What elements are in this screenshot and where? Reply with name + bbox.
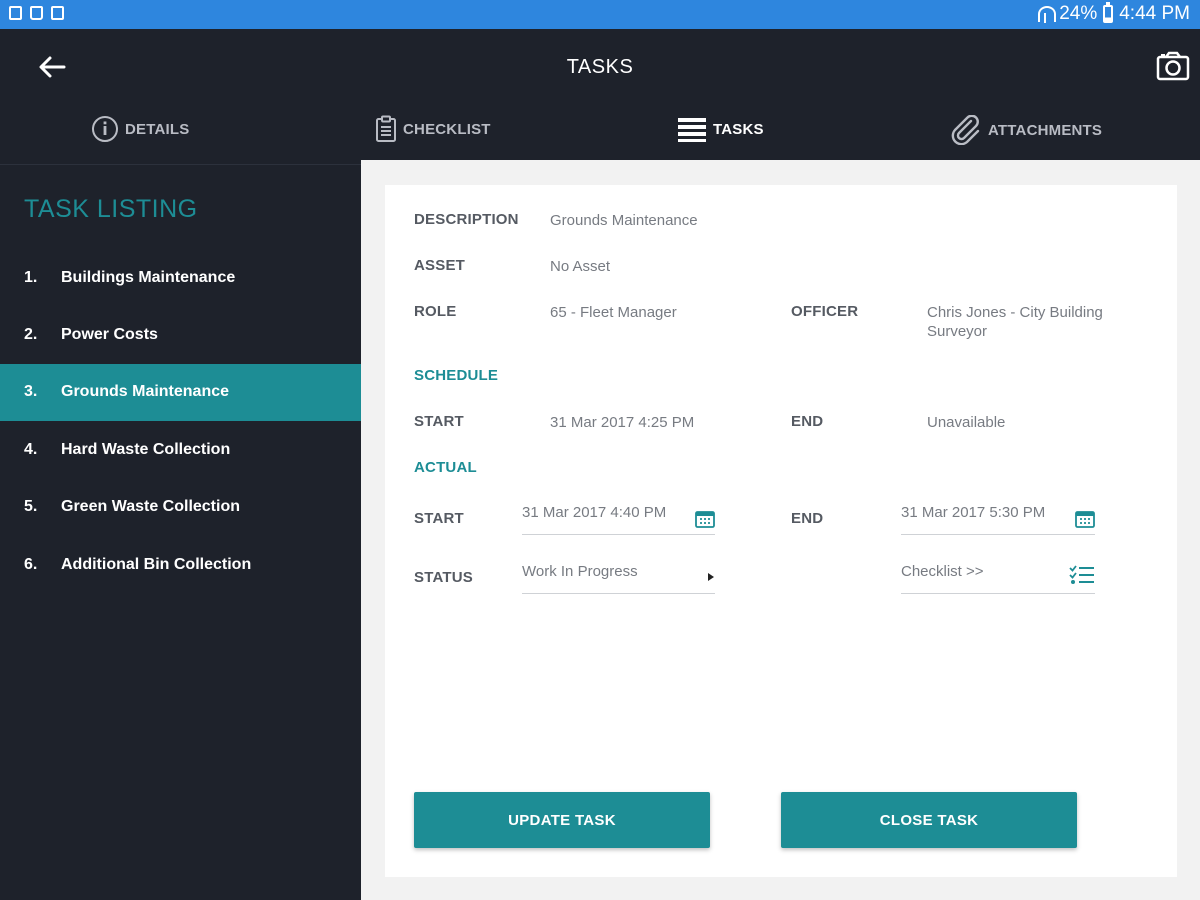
task-number: 4. <box>24 440 38 458</box>
checklist-icon <box>1069 565 1094 584</box>
actual-start-value: 31 Mar 2017 4:40 PM <box>522 504 667 521</box>
task-detail-panel: DESCRIPTION Grounds Maintenance ASSET No… <box>361 160 1200 900</box>
clock: 4:44 PM <box>1119 3 1190 24</box>
gallery-icon <box>51 6 64 20</box>
tab-checklist-label: CHECKLIST <box>403 120 491 138</box>
notification-icons <box>9 6 64 20</box>
info-icon <box>92 116 118 142</box>
asset-value: No Asset <box>550 258 611 275</box>
task-label: Buildings Maintenance <box>61 268 236 286</box>
task-number: 2. <box>24 326 38 344</box>
description-value: Grounds Maintenance <box>550 212 698 229</box>
tab-attachments-label: ATTACHMENTS <box>988 121 1103 139</box>
tab-details[interactable]: DETAILS <box>91 115 189 143</box>
update-task-button[interactable]: UPDATE TASK <box>414 792 710 848</box>
clipboard-icon <box>376 115 396 142</box>
task-label: Green Waste Collection <box>61 498 240 516</box>
camera-icon <box>1156 51 1190 81</box>
tab-checklist[interactable]: CHECKLIST <box>375 115 491 143</box>
task-label: Hard Waste Collection <box>61 440 231 458</box>
task-item-additional-bin-collection[interactable]: 6. Additional Bin Collection <box>0 536 361 593</box>
task-listing-sidebar: TASK LISTING 1. Buildings Maintenance 2.… <box>0 165 361 900</box>
role-value: 65 - Fleet Manager <box>550 304 677 321</box>
status-bar: 24% 4:44 PM <box>0 0 1200 29</box>
actual-start-label: START <box>414 510 464 527</box>
schedule-start-value: 31 Mar 2017 4:25 PM <box>550 414 695 431</box>
notification-icon <box>9 6 22 20</box>
page-title: TASKS <box>566 56 634 78</box>
sidebar-title: TASK LISTING <box>24 195 198 223</box>
schedule-heading: SCHEDULE <box>414 367 499 384</box>
actual-heading: ACTUAL <box>414 459 477 476</box>
tab-attachments[interactable]: ATTACHMENTS <box>950 115 1102 145</box>
task-number: 1. <box>24 268 38 286</box>
task-number: 5. <box>24 498 38 516</box>
task-number: 3. <box>24 383 38 401</box>
task-item-grounds-maintenance[interactable]: 3. Grounds Maintenance <box>0 363 361 422</box>
task-detail-card: DESCRIPTION Grounds Maintenance ASSET No… <box>385 185 1177 877</box>
app-bar: TASKS DETAILS CHECKLIST TASKS ATTACHMENT… <box>0 29 1200 160</box>
task-label: Power Costs <box>61 326 158 344</box>
actual-end-label: END <box>791 510 824 527</box>
task-item-buildings-maintenance[interactable]: 1. Buildings Maintenance <box>0 249 361 306</box>
system-status: 24% 4:44 PM <box>1037 2 1190 25</box>
task-label: Additional Bin Collection <box>61 555 252 573</box>
wifi-icon <box>1037 5 1057 23</box>
tab-details-label: DETAILS <box>125 120 190 138</box>
bag-icon <box>30 6 43 20</box>
paperclip-icon <box>951 115 980 145</box>
officer-value: Chris Jones - City Building Surveyor <box>927 304 1103 340</box>
close-task-button[interactable]: CLOSE TASK <box>781 792 1077 848</box>
calendar-icon <box>1075 511 1095 528</box>
task-label: Grounds Maintenance <box>61 383 230 401</box>
checklist-link[interactable]: Checklist >> <box>901 563 1095 594</box>
role-label: ROLE <box>414 303 457 320</box>
actual-start-picker[interactable]: 31 Mar 2017 4:40 PM <box>522 504 715 535</box>
status-label: STATUS <box>414 569 473 586</box>
actual-end-value: 31 Mar 2017 5:30 PM <box>901 504 1046 521</box>
description-label: DESCRIPTION <box>414 211 519 228</box>
schedule-end-value: Unavailable <box>927 414 1006 431</box>
battery-percent: 24% <box>1059 3 1098 24</box>
tab-bar: DETAILS CHECKLIST TASKS ATTACHMENTS <box>0 115 1200 160</box>
officer-label: OFFICER <box>791 303 859 320</box>
schedule-end-label: END <box>791 413 824 430</box>
actual-end-picker[interactable]: 31 Mar 2017 5:30 PM <box>901 504 1095 535</box>
task-number: 6. <box>24 555 38 573</box>
tab-tasks[interactable]: TASKS <box>677 115 764 143</box>
battery-icon <box>1103 2 1114 23</box>
calendar-icon <box>695 511 715 528</box>
task-list: 1. Buildings Maintenance 2. Power Costs … <box>0 249 361 593</box>
checklist-link-label: Checklist >> <box>901 563 984 580</box>
status-dropdown[interactable]: Work In Progress <box>522 563 715 594</box>
task-item-hard-waste-collection[interactable]: 4. Hard Waste Collection <box>0 421 361 478</box>
tab-tasks-label: TASKS <box>713 120 764 138</box>
task-item-green-waste-collection[interactable]: 5. Green Waste Collection <box>0 479 361 536</box>
caret-right-icon <box>708 573 714 581</box>
camera-button[interactable] <box>1156 50 1190 82</box>
schedule-start-label: START <box>414 413 464 430</box>
list-icon <box>678 118 706 142</box>
status-value: Work In Progress <box>522 563 638 580</box>
asset-label: ASSET <box>414 257 466 274</box>
task-item-power-costs[interactable]: 2. Power Costs <box>0 306 361 363</box>
